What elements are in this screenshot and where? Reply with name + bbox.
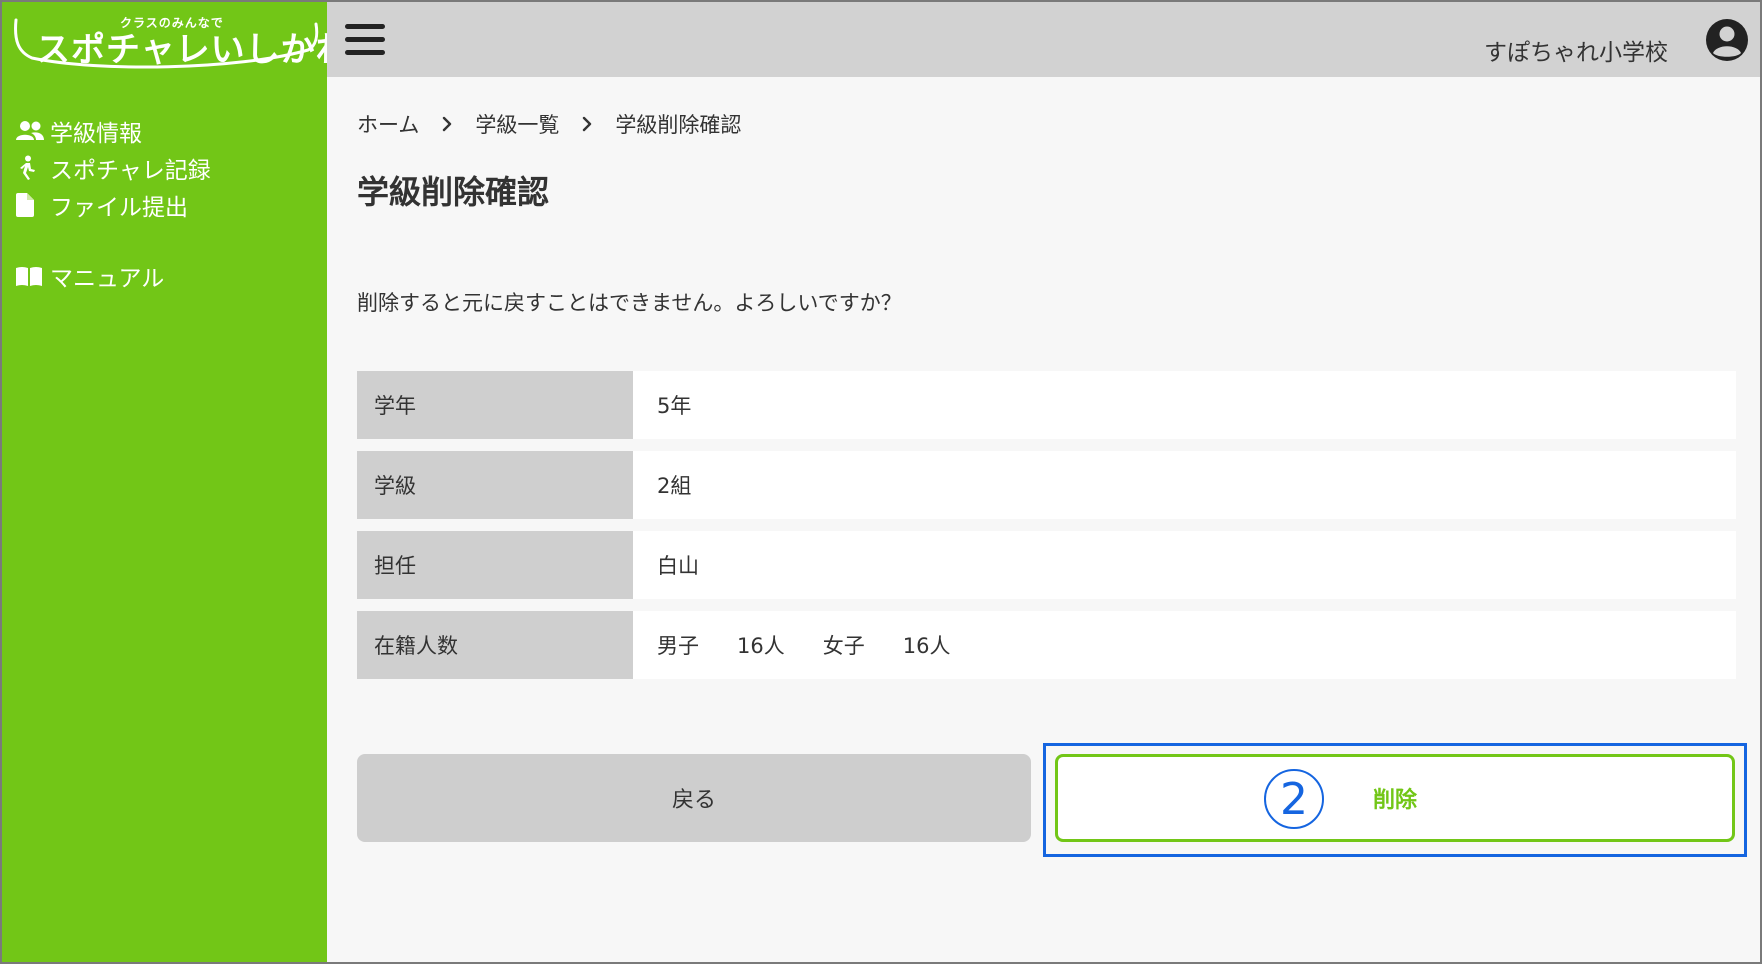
user-account-icon[interactable]: [1705, 18, 1749, 62]
table-row: 在籍人数 男子 16人 女子 16人: [357, 611, 1736, 679]
breadcrumb-current: 学級削除確認: [615, 113, 742, 137]
sidebar-item-label: 学級情報: [50, 120, 142, 147]
row-label: 学級: [357, 451, 633, 519]
sidebar-item-label: ファイル提出: [50, 194, 188, 221]
book-icon: [16, 262, 50, 290]
breadcrumb-class-list[interactable]: 学級一覧: [475, 109, 559, 139]
female-label: 女子: [822, 634, 865, 658]
confirm-message: 削除すると元に戻すことはできません。よろしいですか？: [357, 291, 902, 315]
sidebar-nav: 学級情報 スポチャレ記録 ファイル提出 マニュアル: [16, 112, 211, 294]
walking-person-icon: [16, 154, 50, 182]
main-content: ホーム 学級一覧 学級削除確認 学級削除確認 削除すると元に戻すことはできません…: [327, 77, 1760, 962]
hamburger-line: [345, 50, 385, 55]
top-header: すぽちゃれ小学校: [327, 2, 1760, 77]
row-label: 在籍人数: [357, 611, 633, 679]
back-button[interactable]: 戻る: [357, 754, 1031, 842]
row-label: 担任: [357, 531, 633, 599]
male-label: 男子: [657, 634, 699, 658]
sidebar-item-label: スポチャレ記録: [50, 157, 211, 184]
users-icon: [16, 117, 50, 145]
male-count: 16人: [737, 634, 785, 658]
sidebar-item-file-submit[interactable]: ファイル提出: [16, 186, 211, 223]
chevron-right-icon: [441, 116, 453, 132]
chevron-right-icon: [581, 116, 593, 132]
table-row: 学年 5年: [357, 371, 1736, 439]
row-value: 白山: [633, 531, 1736, 599]
sidebar-item-manual[interactable]: マニュアル: [16, 257, 211, 294]
school-name: すぽちゃれ小学校: [1484, 40, 1668, 66]
class-detail-table: 学年 5年 学級 2組 担任 白山 在籍人数 男子 16人 女子 16人: [357, 371, 1736, 691]
menu-toggle-button[interactable]: [345, 22, 385, 56]
file-icon: [16, 191, 50, 219]
step-number-marker: 2: [1264, 769, 1324, 829]
hamburger-line: [345, 24, 385, 29]
sidebar-item-records[interactable]: スポチャレ記録: [16, 149, 211, 186]
breadcrumb: ホーム 学級一覧 学級削除確認: [357, 109, 741, 139]
logo-title: スポチャレいしかわ: [36, 30, 351, 70]
sidebar: クラスのみんなで スポチャレいしかわ 学級情報 スポチャレ記録 ファイル提出 マ…: [2, 2, 350, 962]
enrollment-value: 男子 16人 女子 16人: [633, 611, 1736, 679]
hamburger-line: [345, 37, 385, 42]
page-title: 学級削除確認: [357, 173, 550, 211]
row-value: 5年: [633, 371, 1736, 439]
breadcrumb-home[interactable]: ホーム: [357, 109, 419, 139]
row-value: 2組: [633, 451, 1736, 519]
delete-button[interactable]: 削除: [1055, 754, 1735, 842]
table-row: 担任 白山: [357, 531, 1736, 599]
sidebar-item-class-info[interactable]: 学級情報: [16, 112, 211, 149]
sidebar-item-label: マニュアル: [50, 265, 165, 292]
app-window: クラスのみんなで スポチャレいしかわ 学級情報 スポチャレ記録 ファイル提出 マ…: [0, 0, 1762, 964]
row-label: 学年: [357, 371, 633, 439]
female-count: 16人: [902, 634, 951, 658]
table-row: 学級 2組: [357, 451, 1736, 519]
app-logo[interactable]: クラスのみんなで スポチャレいしかわ: [8, 6, 350, 72]
